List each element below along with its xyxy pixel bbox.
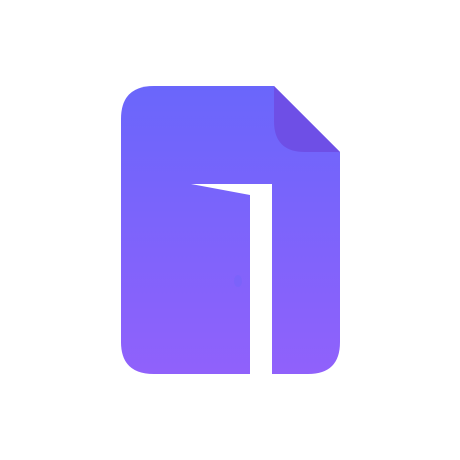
document-door-icon	[121, 86, 340, 374]
app-icon-canvas	[0, 0, 460, 460]
page-fold-corner	[274, 86, 340, 152]
door-knob	[234, 275, 242, 287]
